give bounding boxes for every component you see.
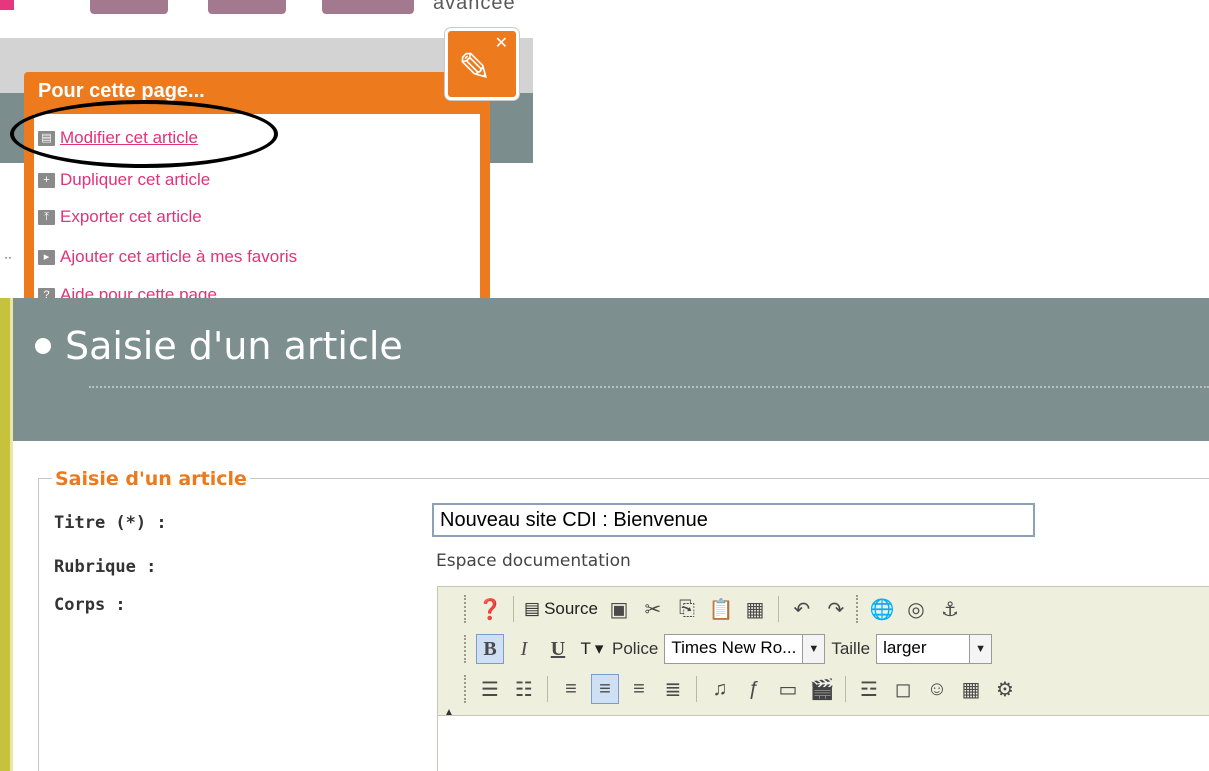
editor-content-area[interactable] (438, 715, 1209, 771)
bullet-list-icon[interactable]: ☷ (510, 674, 538, 704)
plus-icon: + (38, 172, 55, 188)
redo-icon[interactable]: ↷ (822, 594, 850, 624)
toolbar-separator (696, 676, 697, 702)
text-color-button[interactable]: T ▾ (578, 634, 606, 664)
bullet-icon (35, 338, 51, 354)
ordered-list-icon[interactable]: ☰ (476, 674, 504, 704)
title-input[interactable] (432, 503, 1035, 537)
page-actions-crop: avancée Pour cette page... ▤ Modifier ce… (0, 0, 533, 298)
export-icon: ⤒ (38, 209, 55, 225)
page-header: Saisie d'un article (13, 298, 1209, 441)
nav-edge (0, 0, 14, 10)
menu-item-label[interactable]: Dupliquer cet article (60, 170, 210, 190)
rubrique-label: Rubrique : (54, 557, 157, 577)
close-icon[interactable]: ✕ (495, 33, 508, 53)
toolbar-handle[interactable] (464, 635, 470, 663)
menu-item-dupliquer[interactable]: + Dupliquer cet article (38, 168, 210, 192)
font-value: Times New Ro... (671, 638, 797, 657)
size-select[interactable]: larger ▼ (876, 634, 993, 664)
advanced-search-label[interactable]: avancée (433, 0, 516, 15)
audio-icon[interactable]: ♫ (706, 674, 734, 704)
cut-icon[interactable]: ✂ (639, 594, 667, 624)
rich-text-editor: ❓ ▤ Source ▣ ✂ ⎘ 📋 ▦ ↶ ↷ 🌐 ◎ ⚓ B I U T ▾… (437, 586, 1209, 771)
help-icon: ? (38, 287, 55, 298)
menu-item-label[interactable]: Ajouter cet article à mes favoris (60, 247, 297, 267)
header-divider (89, 386, 1209, 388)
menu-item-aide[interactable]: ? Aide pour cette page (38, 283, 217, 298)
chevron-down-icon: ▾ (594, 639, 604, 658)
table-icon[interactable]: ▦ (957, 674, 985, 704)
toolbar-separator (845, 676, 846, 702)
spellcheck-icon[interactable]: ☲ (855, 674, 883, 704)
font-label: Police (612, 639, 659, 658)
page-title: Saisie d'un article (35, 324, 403, 368)
menu-item-label[interactable]: Aide pour cette page (60, 285, 217, 298)
help-icon[interactable]: ❓ (476, 594, 504, 624)
plugin-icon[interactable]: ⚙ (991, 674, 1019, 704)
menu-item-label[interactable]: Exporter cet article (60, 207, 202, 227)
menu-item-exporter[interactable]: ⤒ Exporter cet article (38, 205, 202, 229)
highlight-circle (10, 100, 278, 168)
fieldset-legend: Saisie d'un article (52, 468, 250, 490)
menu-item-favoris[interactable]: ▸ Ajouter cet article à mes favoris (38, 245, 297, 269)
text-color-icon: T (580, 639, 591, 658)
toolbar-row-1: ❓ ▤ Source ▣ ✂ ⎘ 📋 ▦ ↶ ↷ 🌐 ◎ ⚓ (438, 591, 964, 627)
rubrique-value: Espace documentation (436, 551, 631, 571)
paste-word-icon[interactable]: ▦ (741, 594, 769, 624)
toolbar-separator (547, 676, 548, 702)
anchor-icon[interactable]: ⚓ (936, 594, 964, 624)
toolbar-handle[interactable] (464, 675, 470, 703)
edit-tools-badge[interactable]: ✕ ✎ (445, 28, 519, 100)
size-label: Taille (831, 639, 871, 658)
bold-button[interactable]: B (476, 634, 504, 664)
link-icon[interactable]: 🌐 (868, 594, 896, 624)
preview-icon[interactable]: ▣ (605, 594, 633, 624)
toolbar-handle[interactable] (855, 595, 862, 623)
frame-icon[interactable]: ◻ (889, 674, 917, 704)
bullet-marker: ·· (4, 250, 12, 264)
copy-icon[interactable]: ⎘ (673, 594, 701, 624)
pencil-icon: ✎ (458, 46, 492, 90)
align-left-icon[interactable]: ≡ (557, 674, 585, 704)
chevron-down-icon[interactable]: ▼ (969, 635, 992, 663)
main-content: Saisie d'un article Saisie d'un article … (0, 298, 1209, 771)
toolbar-row-3: ☰ ☷ ≡ ≡ ≡ ≣ ♫ ƒ ▭ 🎬 ☲ ◻ ☺ ▦ ⚙ (438, 671, 1019, 707)
play-icon: ▸ (38, 249, 55, 265)
chevron-down-icon[interactable]: ▼ (802, 635, 825, 663)
toolbar-handle[interactable] (464, 595, 470, 623)
video-icon[interactable]: 🎬 (808, 674, 836, 704)
source-button[interactable]: ▤ Source (523, 594, 599, 624)
unlink-icon[interactable]: ◎ (902, 594, 930, 624)
left-rail (0, 298, 10, 771)
toolbar-separator (513, 596, 514, 622)
align-center-icon[interactable]: ≡ (591, 674, 619, 704)
body-label: Corps : (54, 595, 126, 615)
flash-icon[interactable]: ƒ (740, 674, 768, 704)
smiley-icon[interactable]: ☺ (923, 674, 951, 704)
source-label: Source (544, 599, 598, 618)
page-title-text: Saisie d'un article (65, 324, 403, 368)
toolbar-separator (777, 596, 779, 622)
title-label: Titre (*) : (54, 513, 167, 533)
underline-button[interactable]: U (544, 634, 572, 664)
align-right-icon[interactable]: ≡ (625, 674, 653, 704)
nav-tab[interactable] (208, 0, 286, 14)
undo-icon[interactable]: ↶ (788, 594, 816, 624)
nav-tab[interactable] (322, 0, 414, 14)
paste-icon[interactable]: 📋 (707, 594, 735, 624)
italic-button[interactable]: I (510, 634, 538, 664)
justify-icon[interactable]: ≣ (659, 674, 687, 704)
image-icon[interactable]: ▭ (774, 674, 802, 704)
toolbar-row-2: B I U T ▾ Police Times New Ro... ▼ Taill… (438, 631, 993, 667)
size-value: larger (883, 638, 927, 657)
font-select[interactable]: Times New Ro... ▼ (664, 634, 826, 664)
source-icon: ▤ (524, 599, 541, 618)
nav-tab[interactable] (90, 0, 168, 14)
